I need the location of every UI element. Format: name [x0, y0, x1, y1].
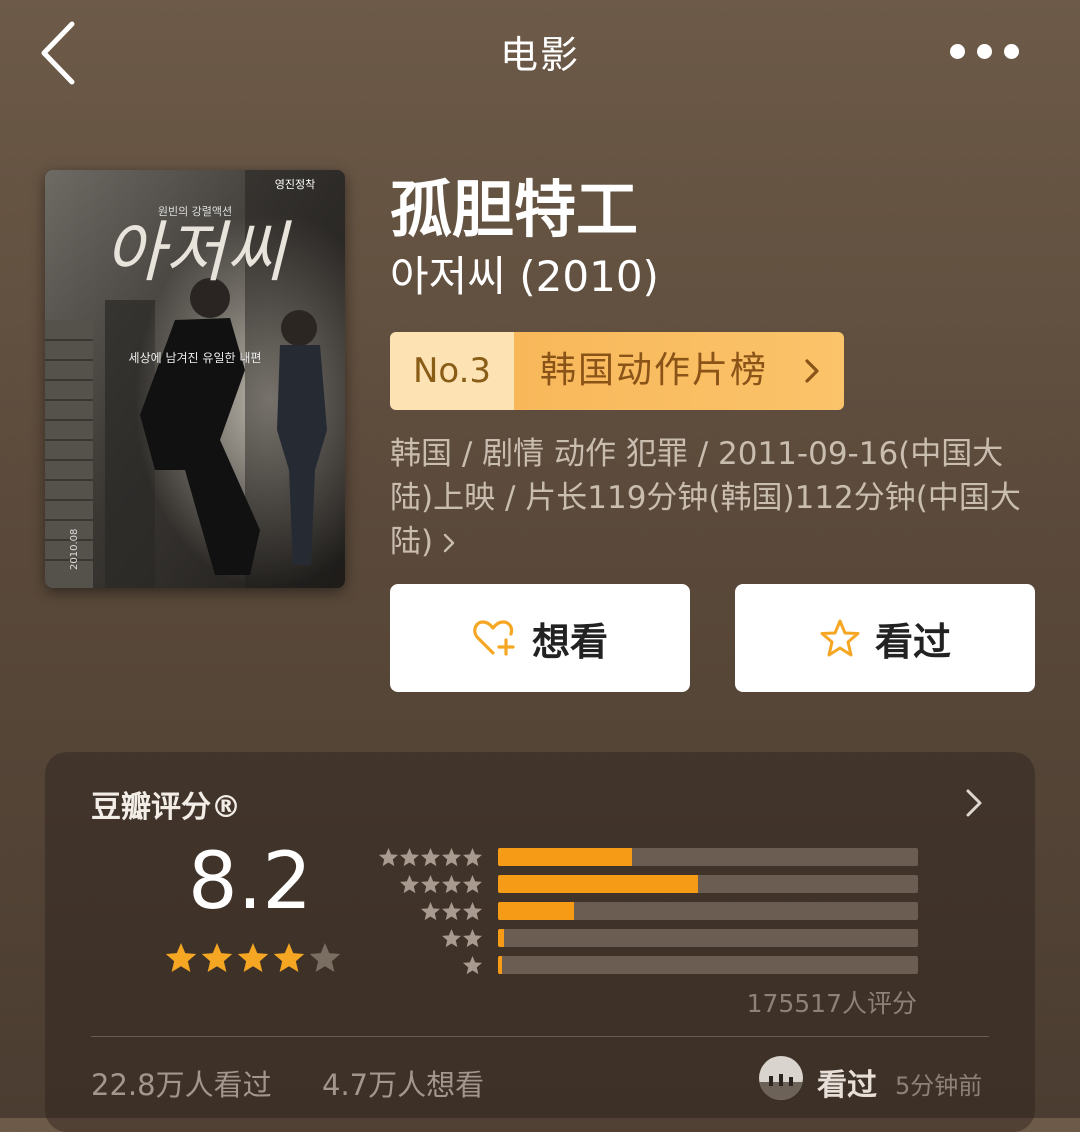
rank-list-name: 韩国动作片榜: [514, 332, 844, 410]
seen-button[interactable]: 看过: [735, 584, 1035, 692]
rating-bar-track: [498, 929, 918, 947]
star-rating-label-icon: [378, 848, 483, 867]
seen-count: 22.8万人看过: [91, 1068, 272, 1102]
more-dots-icon: [950, 44, 965, 59]
rating-bar-fill: [498, 929, 505, 947]
rating-bar-5-star: [375, 848, 920, 868]
small-star-icon: [462, 848, 483, 867]
rating-label: 豆瓣评分®: [91, 790, 241, 825]
small-star-icon: [399, 848, 420, 867]
small-star-icon: [441, 875, 462, 894]
rating-bar-track: [498, 956, 918, 974]
rating-stars: [165, 943, 341, 972]
star-filled-icon: [165, 943, 197, 972]
rating-bar-track: [498, 848, 918, 866]
rating-bar-track: [498, 902, 918, 920]
poster-date: 2010.08: [69, 529, 80, 570]
heart-plus-icon: [473, 620, 515, 656]
poster-title: 아저씨: [104, 214, 292, 291]
star-filled-icon: [237, 943, 269, 972]
more-dot: [1004, 44, 1019, 59]
rank-badge[interactable]: No.3 韩国动作片榜: [390, 332, 844, 410]
small-star-icon: [420, 848, 441, 867]
star-rating-label-icon: [441, 929, 483, 948]
star-outline-icon: [820, 619, 860, 657]
rating-count: 175517人评分: [746, 989, 917, 1018]
page-title: 电影: [499, 33, 580, 77]
rank-number: No.3: [390, 332, 514, 410]
want-label: 想看: [531, 619, 608, 664]
want-count: 4.7万人想看: [322, 1068, 485, 1102]
rating-bar-1-star: [375, 956, 920, 976]
rating-card: 豆瓣评分® 8.2 175517人评分 22.8万人看过 4.7万人想看 看过 …: [45, 752, 1035, 1132]
rating-bar-3-star: [375, 902, 920, 922]
rating-bar-track: [498, 875, 918, 893]
seen-label: 看过: [874, 619, 951, 664]
small-star-icon: [441, 848, 462, 867]
star-rating-label-icon: [399, 875, 483, 894]
poster-tagline: 세상에 남겨진 유일한 내편: [129, 351, 262, 365]
friend-status: 看过: [817, 1068, 877, 1103]
friend-time: 5分钟前: [895, 1072, 983, 1100]
nav-bar: 电影: [0, 0, 1080, 110]
small-star-icon: [462, 902, 483, 921]
small-star-icon: [441, 929, 462, 948]
small-star-icon: [399, 875, 420, 894]
rating-bar-fill: [498, 902, 574, 920]
want-button-content: 想看: [390, 584, 690, 692]
movie-poster[interactable]: 원빈의 강렬액션 영진정착 아저씨 세상에 남겨진 유일한 내편 2010.08: [45, 170, 345, 588]
movie-title: 孤胆特工: [390, 173, 639, 246]
small-star-icon: [420, 875, 441, 894]
small-star-icon: [462, 929, 483, 948]
small-star-icon: [462, 956, 483, 975]
small-star-icon: [420, 902, 441, 921]
seen-button-content: 看过: [735, 584, 1035, 692]
small-star-icon: [378, 848, 399, 867]
poster-sign: 영진정착: [275, 178, 315, 191]
small-star-icon: [441, 902, 462, 921]
divider: [91, 1036, 989, 1037]
small-star-icon: [462, 875, 483, 894]
star-rating-label-icon: [462, 956, 483, 975]
avatar[interactable]: [759, 1056, 803, 1100]
want-to-watch-button[interactable]: 想看: [390, 584, 690, 692]
movie-meta[interactable]: 韩国 / 剧情 动作 犯罪 / 2011-09-16(中国大陆)上映 / 片长1…: [390, 432, 1040, 564]
rating-bar-2-star: [375, 929, 920, 949]
star-empty-icon: [309, 943, 341, 972]
chevron-right-icon[interactable]: [965, 788, 983, 818]
rating-bar-fill: [498, 875, 698, 893]
rating-score: 8.2: [187, 837, 313, 927]
chevron-right-icon: [805, 359, 819, 383]
more-dot: [977, 44, 992, 59]
poster-image: 원빈의 강렬액션 영진정착 아저씨 세상에 남겨진 유일한 내편 2010.08: [45, 170, 345, 588]
rating-bar-fill: [498, 956, 502, 974]
more-button[interactable]: [950, 42, 1020, 62]
rating-bar-fill: [498, 848, 633, 866]
movie-original-title: 아저씨 (2010): [390, 252, 659, 301]
movie-meta-text: 韩国 / 剧情 动作 犯罪 / 2011-09-16(中国大陆)上映 / 片长1…: [390, 436, 1021, 560]
star-filled-icon: [201, 943, 233, 972]
star-filled-icon: [273, 943, 305, 972]
chevron-right-icon: [443, 533, 455, 553]
rating-bar-4-star: [375, 875, 920, 895]
star-rating-label-icon: [420, 902, 483, 921]
avatar-image: [759, 1056, 803, 1100]
